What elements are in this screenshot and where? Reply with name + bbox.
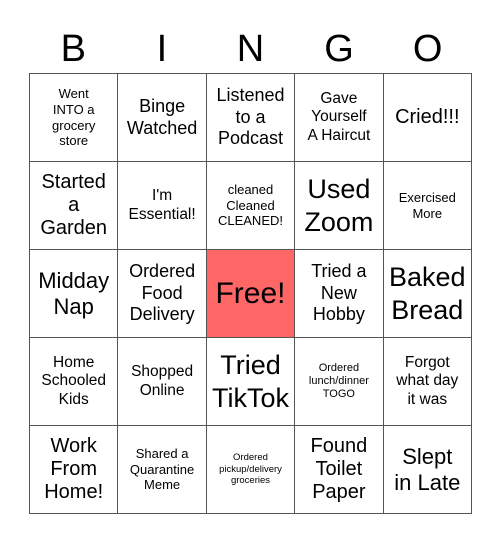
bingo-cell[interactable]: I'm Essential! <box>118 162 207 250</box>
bingo-cell[interactable]: Used Zoom <box>295 162 384 250</box>
bingo-cell[interactable]: Slept in Late <box>383 426 472 514</box>
bingo-cell[interactable]: Midday Nap <box>30 250 119 338</box>
bingo-cell[interactable]: Cried!!! <box>383 74 472 162</box>
bingo-cell[interactable]: Started a Garden <box>30 162 119 250</box>
bingo-cell[interactable]: Ordered pickup/delivery groceries <box>206 426 296 514</box>
bingo-cell[interactable]: Listened to a Podcast <box>206 74 296 162</box>
header-letter-b: B <box>60 28 86 70</box>
bingo-cell[interactable]: Shopped Online <box>118 338 207 426</box>
bingo-cell[interactable]: Tried TikTok <box>206 338 296 426</box>
bingo-cell[interactable]: Found Toilet Paper <box>295 426 384 514</box>
header-letter-n: N <box>236 28 265 70</box>
bingo-cell[interactable]: Home Schooled Kids <box>30 338 119 426</box>
bingo-cell[interactable]: Binge Watched <box>118 74 207 162</box>
bingo-cell[interactable]: Gave Yourself A Haircut <box>295 74 384 162</box>
header-letter-g: G <box>324 28 354 70</box>
bingo-cell[interactable]: Ordered Food Delivery <box>118 250 207 338</box>
free-space-cell[interactable]: Free! <box>206 250 296 338</box>
bingo-cell[interactable]: Ordered lunch/dinner TOGO <box>295 338 384 426</box>
bingo-cell[interactable]: Went INTO a grocery store <box>30 74 119 162</box>
bingo-cell[interactable]: Forgot what day it was <box>383 338 472 426</box>
bingo-cell[interactable]: Tried a New Hobby <box>295 250 384 338</box>
bingo-grid: Went INTO a grocery store Binge Watched … <box>29 73 472 514</box>
header-letter-i: I <box>156 28 168 70</box>
bingo-cell[interactable]: cleaned Cleaned CLEANED! <box>206 162 296 250</box>
header-letter-o: O <box>412 28 443 70</box>
bingo-cell[interactable]: Exercised More <box>383 162 472 250</box>
bingo-header: B I N G O <box>29 26 472 72</box>
bingo-cell[interactable]: Shared a Quarantine Meme <box>118 426 207 514</box>
bingo-cell[interactable]: Work From Home! <box>30 426 119 514</box>
bingo-cell[interactable]: Baked Bread <box>383 250 472 338</box>
